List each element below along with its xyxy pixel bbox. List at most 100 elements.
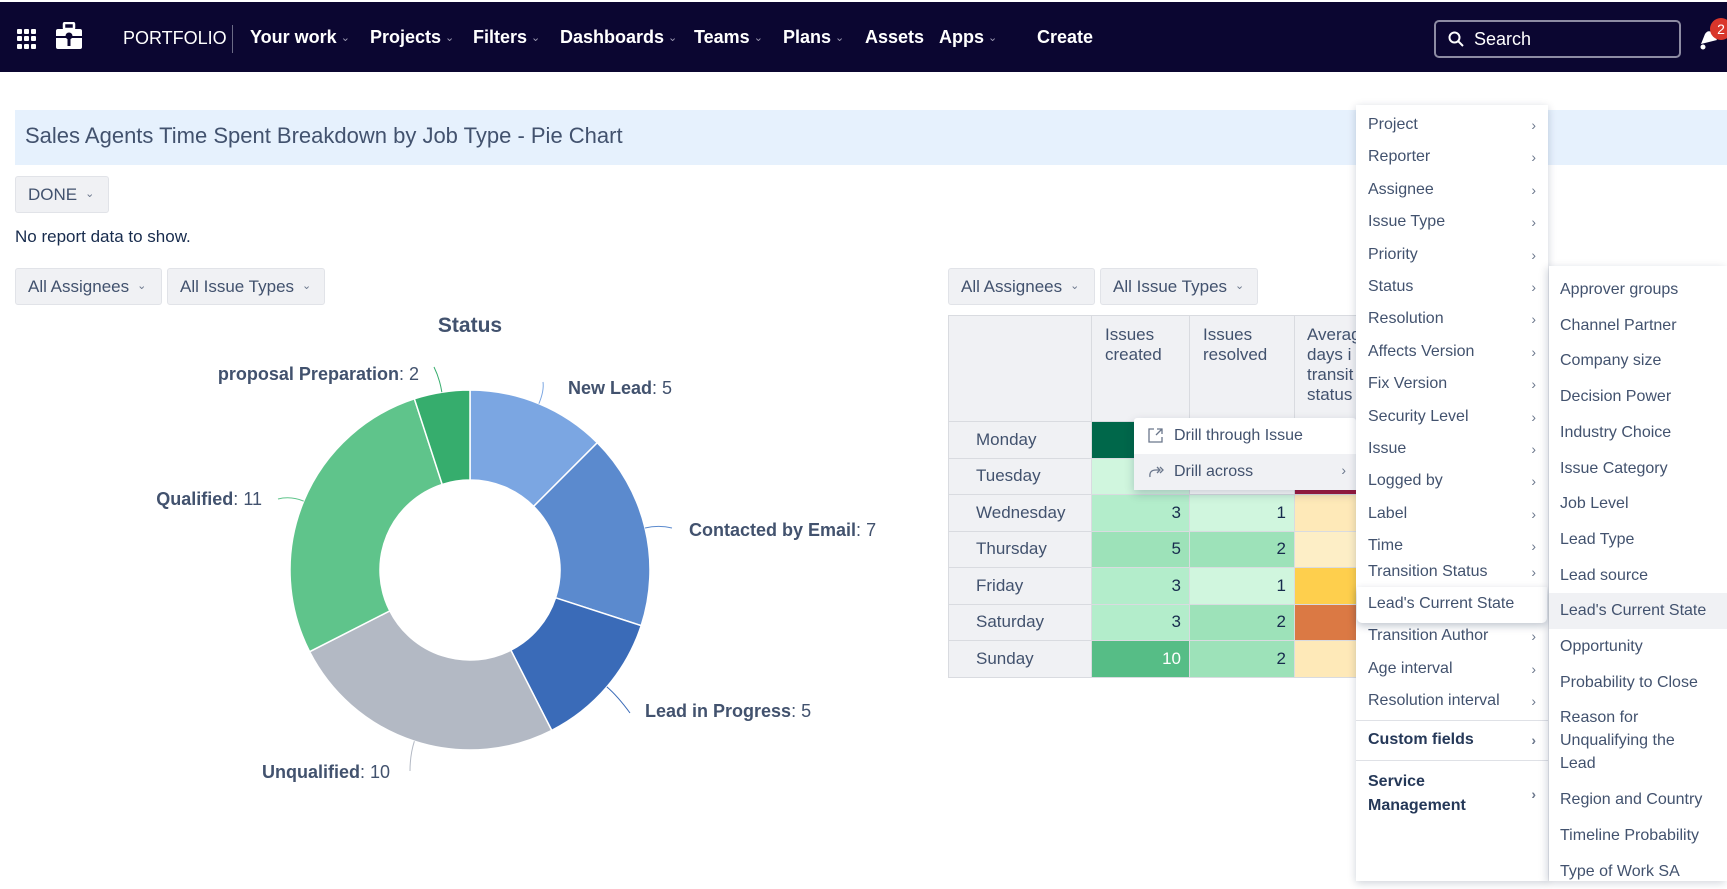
chevron-right-icon: › bbox=[1531, 343, 1536, 360]
menu-item-label: Lead Type bbox=[1560, 530, 1635, 548]
menu-item-resolution[interactable]: Resolution › bbox=[1356, 303, 1548, 335]
cell-issues-created[interactable]: 3 bbox=[1091, 494, 1190, 532]
cell-issues-created[interactable]: 3 bbox=[1091, 603, 1190, 641]
drill-across-icon bbox=[1149, 466, 1164, 478]
drill-through-issue-option[interactable]: Drill through Issue bbox=[1134, 418, 1356, 454]
cell-issues-resolved[interactable]: 2 bbox=[1189, 530, 1295, 568]
submenu-item-opportunity[interactable]: Opportunity› bbox=[1549, 629, 1727, 665]
nav-assets[interactable]: Assets bbox=[865, 27, 924, 48]
nav-label: Your work bbox=[250, 27, 337, 47]
dropdown-label: All Issue Types bbox=[1113, 277, 1228, 296]
submenu-item-decision-power[interactable]: Decision Power› bbox=[1549, 379, 1727, 415]
submenu-item-region-and-country[interactable]: Region and Country› bbox=[1549, 782, 1727, 818]
right-issue-types-dropdown[interactable]: All Issue Types ⌄ bbox=[1100, 268, 1258, 305]
nav-filters[interactable]: Filters ⌄ bbox=[473, 27, 540, 48]
menu-item-label: Opportunity bbox=[1560, 638, 1643, 655]
nav-your-work[interactable]: Your work ⌄ bbox=[250, 27, 350, 48]
notification-badge[interactable]: 2 bbox=[1710, 18, 1727, 40]
chevron-right-icon: › bbox=[1531, 376, 1536, 393]
pie-label-separator: : bbox=[856, 520, 866, 540]
menu-item-label[interactable]: Label › bbox=[1356, 498, 1548, 530]
chevron-right-icon: › bbox=[1531, 441, 1536, 457]
nav-teams[interactable]: Teams ⌄ bbox=[694, 27, 763, 48]
menu-item-project[interactable]: Project › bbox=[1356, 109, 1548, 141]
menu-item-reporter[interactable]: Reporter › bbox=[1356, 141, 1548, 173]
cell-issues-created[interactable]: 5 bbox=[1091, 530, 1190, 568]
menu-item-label: Probability to Close bbox=[1560, 673, 1698, 691]
row-header-day[interactable]: Wednesday bbox=[948, 494, 1092, 532]
menu-item-assignee[interactable]: Assignee › bbox=[1356, 174, 1548, 206]
menu-item-label: Priority bbox=[1368, 245, 1418, 263]
menu-item-security-level[interactable]: Security Level › bbox=[1356, 401, 1548, 433]
submenu-item-job-level[interactable]: Job Level› bbox=[1549, 486, 1727, 522]
menu-item-age-interval[interactable]: Age interval › bbox=[1356, 653, 1548, 685]
chevron-down-icon: ⌄ bbox=[531, 32, 541, 44]
cell-issues-resolved[interactable]: 2 bbox=[1189, 640, 1295, 678]
header-issues-created[interactable]: Issues created bbox=[1091, 315, 1190, 422]
drill-across-option[interactable]: Drill across › bbox=[1134, 454, 1356, 490]
submenu-item-lead-s-current-state[interactable]: Lead's Current State› bbox=[1549, 593, 1727, 629]
corner-header bbox=[948, 315, 1092, 422]
submenu-item-channel-partner[interactable]: Channel Partner› bbox=[1549, 308, 1727, 344]
pie-label-name: proposal Preparation bbox=[218, 364, 399, 384]
menu-item-transition-author[interactable]: Transition Author › bbox=[1356, 620, 1548, 652]
cell-issues-created[interactable]: 10 bbox=[1091, 640, 1190, 678]
brand-name[interactable]: PORTFOLIO bbox=[123, 28, 227, 49]
nav-plans[interactable]: Plans ⌄ bbox=[783, 27, 844, 48]
menu-section-custom-fields[interactable]: Custom fields › bbox=[1356, 724, 1548, 756]
submenu-item-lead-type[interactable]: Lead Type› bbox=[1549, 522, 1727, 558]
menu-item-issue[interactable]: Issue › bbox=[1356, 433, 1548, 465]
nav-apps[interactable]: Apps ⌄ bbox=[939, 27, 997, 48]
row-header-day[interactable]: Sunday bbox=[948, 640, 1092, 678]
search-input[interactable]: Search bbox=[1434, 20, 1681, 58]
menu-item-label: Fix Version bbox=[1368, 375, 1448, 393]
cell-issues-created[interactable]: 3 bbox=[1091, 567, 1190, 605]
nav-dashboards[interactable]: Dashboards ⌄ bbox=[560, 27, 677, 48]
menu-section-service-management[interactable]: Service Management › bbox=[1356, 770, 1536, 818]
cell-issues-resolved[interactable]: 1 bbox=[1189, 494, 1295, 532]
row-header-day[interactable]: Tuesday bbox=[948, 457, 1092, 495]
submenu-item-timeline-probability[interactable]: Timeline Probability› bbox=[1549, 818, 1727, 854]
cell-issues-resolved[interactable]: 1 bbox=[1189, 567, 1295, 605]
cell-issues-resolved[interactable]: 2 bbox=[1189, 603, 1295, 641]
menu-item-label: Company size bbox=[1560, 352, 1662, 370]
submenu-item-probability-to-close[interactable]: Probability to Close› bbox=[1549, 665, 1727, 701]
briefcase-icon[interactable] bbox=[55, 22, 83, 50]
row-header-day[interactable]: Saturday bbox=[948, 603, 1092, 641]
table-row: Wednesday 3 1 bbox=[948, 494, 1375, 532]
chevron-right-icon: › bbox=[1531, 408, 1536, 425]
menu-item-logged-by[interactable]: Logged by › bbox=[1356, 465, 1548, 497]
row-header-day[interactable]: Friday bbox=[948, 567, 1092, 605]
status-filter-dropdown[interactable]: DONE ⌄ bbox=[15, 176, 109, 213]
submenu-item-approver-groups[interactable]: Approver groups› bbox=[1549, 272, 1727, 308]
menu-item-label: Status bbox=[1368, 278, 1414, 295]
row-header-day[interactable]: Thursday bbox=[948, 530, 1092, 568]
menu-item-affects-version[interactable]: Affects Version › bbox=[1356, 336, 1548, 368]
submenu-item-lead-source[interactable]: Lead source› bbox=[1549, 558, 1727, 594]
menu-item-priority[interactable]: Priority › bbox=[1356, 239, 1548, 271]
chevron-right-icon: › bbox=[1531, 279, 1536, 295]
submenu-item-company-size[interactable]: Company size› bbox=[1549, 343, 1727, 379]
right-assignees-dropdown[interactable]: All Assignees ⌄ bbox=[948, 268, 1095, 305]
row-header-day[interactable]: Monday bbox=[948, 421, 1092, 459]
header-line: transit bbox=[1307, 365, 1354, 384]
nav-projects[interactable]: Projects ⌄ bbox=[370, 27, 454, 48]
submenu-item-industry-choice[interactable]: Industry Choice› bbox=[1549, 415, 1727, 451]
menu-item-fix-version[interactable]: Fix Version › bbox=[1356, 368, 1548, 400]
menu-item-status[interactable]: Status › bbox=[1356, 271, 1548, 303]
create-button[interactable]: Create bbox=[1037, 27, 1093, 48]
submenu-item-reason-for-unqualifying-the-lead[interactable]: Reason for Unqualifying the Lead› bbox=[1549, 700, 1727, 782]
menu-item-label: Transition Status bbox=[1368, 562, 1488, 580]
pie-data-label: Qualified: 11 bbox=[156, 489, 262, 509]
menu-item-label: Logged by bbox=[1368, 472, 1443, 490]
submenu-item-issue-category[interactable]: Issue Category› bbox=[1549, 451, 1727, 487]
menu-item-transition-status[interactable]: Transition Status › bbox=[1356, 556, 1548, 588]
submenu-item-type-of-work-sa[interactable]: Type of Work SA› bbox=[1549, 854, 1727, 889]
pie-slice-qualified[interactable] bbox=[289, 397, 444, 653]
header-issues-resolved[interactable]: Issues resolved bbox=[1189, 315, 1295, 422]
pie-data-label: Contacted by Email: 7 bbox=[689, 520, 876, 540]
menu-item-resolution-interval[interactable]: Resolution interval › bbox=[1356, 685, 1548, 717]
pie-leader-line bbox=[409, 741, 415, 772]
menu-item-issue-type[interactable]: Issue Type › bbox=[1356, 206, 1548, 238]
grid-icon[interactable] bbox=[17, 29, 37, 49]
